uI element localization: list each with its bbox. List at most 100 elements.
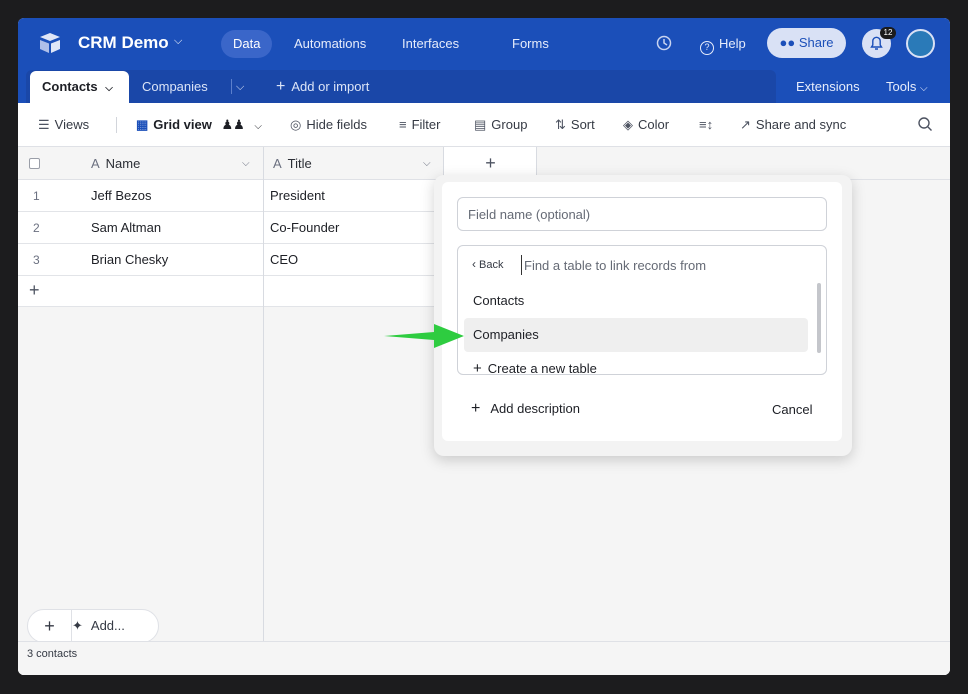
group-label: Group bbox=[491, 117, 528, 132]
name-cell[interactable]: Sam Altman bbox=[91, 212, 161, 244]
filter-button[interactable]: ≡ Filter bbox=[399, 103, 440, 147]
notification-badge: 12 bbox=[880, 27, 896, 39]
arrow-icon bbox=[384, 324, 464, 348]
base-logo-icon bbox=[40, 33, 60, 53]
cancel-button[interactable]: Cancel bbox=[772, 402, 812, 417]
share-button[interactable]: ●● Share bbox=[767, 28, 846, 58]
share-and-sync-label: Share and sync bbox=[755, 117, 847, 132]
row-height-icon: ≡↕ bbox=[699, 117, 714, 132]
plus-icon: + bbox=[471, 400, 481, 417]
create-table-label: Create a new table bbox=[487, 361, 597, 375]
search-icon[interactable] bbox=[917, 103, 933, 147]
tab-label: Contacts bbox=[42, 79, 98, 94]
row-number: 2 bbox=[33, 221, 40, 235]
hide-fields-button[interactable]: ◎ Hide fields bbox=[290, 103, 367, 147]
tab-contacts[interactable]: Contacts ⌵ bbox=[30, 71, 129, 103]
add-field-dialog: ‹Back Contacts Companies + Create a new t… bbox=[442, 182, 842, 441]
help-label: Help bbox=[719, 36, 746, 51]
back-button[interactable]: ‹ Back bbox=[472, 257, 503, 271]
history-icon[interactable] bbox=[654, 33, 674, 53]
select-all-checkbox[interactable] bbox=[29, 147, 40, 180]
nav-data[interactable]: Data bbox=[221, 30, 273, 58]
row-number: 3 bbox=[33, 253, 40, 267]
color-button[interactable]: ◈ Color bbox=[623, 103, 669, 147]
views-button[interactable]: ☰ Views bbox=[38, 103, 89, 147]
tools-button[interactable]: Tools ⌵ bbox=[886, 70, 928, 103]
name-cell[interactable]: Jeff Bezos bbox=[91, 180, 151, 212]
nav-automations[interactable]: Automations bbox=[282, 30, 378, 58]
add-or-import-button[interactable]: + Add or import bbox=[276, 71, 369, 103]
column-header-name[interactable]: A Name bbox=[91, 147, 140, 180]
grid-footer: 3 contacts bbox=[18, 641, 950, 675]
hide-fields-label: Hide fields bbox=[306, 117, 368, 132]
share-and-sync-button[interactable]: ↗ Share and sync bbox=[740, 103, 846, 147]
eye-off-icon: ◎ bbox=[290, 117, 302, 132]
record-count: 3 contacts bbox=[27, 648, 78, 660]
color-label: Color bbox=[638, 117, 670, 132]
chevron-down-icon[interactable]: ⌵ bbox=[174, 35, 182, 48]
users-icon: ●● bbox=[779, 35, 799, 50]
group-button[interactable]: ▤ Group bbox=[474, 103, 527, 147]
chevron-down-icon[interactable]: ⌵ bbox=[423, 147, 431, 180]
tools-label: Tools bbox=[886, 79, 917, 94]
chevron-down-icon[interactable]: ⌵ bbox=[236, 71, 244, 103]
nav-interfaces[interactable]: Interfaces bbox=[390, 30, 471, 58]
nav-forms[interactable]: Forms bbox=[500, 30, 561, 58]
top-bar: CRM Demo ⌵ Data Automations Interfaces F… bbox=[18, 18, 950, 70]
option-contacts[interactable]: Contacts bbox=[464, 284, 808, 318]
tab-divider bbox=[231, 79, 232, 94]
external-link-icon: ↗ bbox=[740, 117, 751, 132]
chevron-left-icon: ‹ bbox=[472, 257, 476, 271]
text-field-icon: A bbox=[91, 156, 100, 171]
paint-bucket-icon: ◈ bbox=[623, 117, 633, 132]
add-or-import-label: Add or import bbox=[291, 79, 370, 94]
extensions-button[interactable]: Extensions bbox=[796, 70, 860, 103]
plus-icon: + bbox=[473, 360, 482, 375]
create-table-option[interactable]: + Create a new table bbox=[473, 360, 597, 375]
column-title-label: Title bbox=[287, 156, 312, 171]
add-description-label: Add description bbox=[490, 401, 580, 416]
table-tabs-bar: Contacts ⌵ Companies ⌵ + Add or import Ex… bbox=[18, 70, 950, 103]
avatar[interactable] bbox=[906, 29, 935, 58]
chevron-down-icon: ⌵ bbox=[254, 121, 262, 132]
chevron-down-icon[interactable]: ⌵ bbox=[242, 147, 250, 180]
column-header-title[interactable]: A Title bbox=[273, 147, 312, 180]
share-label: Share bbox=[798, 35, 834, 50]
add-record-pill: + ✦ Add... bbox=[27, 609, 159, 643]
chevron-down-icon: ⌵ bbox=[919, 83, 928, 94]
tab-companies[interactable]: Companies bbox=[142, 71, 208, 103]
grid-view-button[interactable]: ▦ Grid view ♟♟ ⌵ bbox=[136, 103, 262, 147]
plus-icon: + bbox=[276, 78, 286, 95]
title-cell[interactable]: President bbox=[270, 180, 325, 212]
add-label: Add... bbox=[90, 618, 125, 633]
linked-table-picker: ‹Back Contacts Companies + Create a new t… bbox=[457, 245, 827, 375]
option-companies[interactable]: Companies bbox=[464, 318, 808, 352]
add-description-button[interactable]: + Add description bbox=[471, 400, 580, 418]
menu-icon: ☰ bbox=[38, 117, 50, 132]
text-field-icon: A bbox=[273, 156, 282, 171]
group-icon: ▤ bbox=[474, 117, 487, 132]
collaborators-icon: ♟♟ bbox=[221, 117, 245, 132]
row-number: 1 bbox=[33, 189, 40, 203]
add-record-button[interactable]: + bbox=[28, 610, 72, 642]
sort-label: Sort bbox=[570, 117, 595, 132]
add-with-ai-button[interactable]: ✦ Add... bbox=[72, 610, 125, 642]
table-search-input[interactable] bbox=[521, 255, 811, 275]
name-cell[interactable]: Brian Chesky bbox=[91, 244, 168, 276]
help-icon: ? bbox=[700, 41, 714, 55]
toolbar-divider bbox=[116, 117, 117, 133]
chevron-down-icon[interactable]: ⌵ bbox=[105, 83, 113, 94]
base-title[interactable]: CRM Demo bbox=[78, 33, 169, 53]
sort-icon: ⇅ bbox=[555, 117, 566, 132]
grid-icon: ▦ bbox=[136, 117, 149, 132]
help-button[interactable]: ? Help bbox=[700, 30, 746, 58]
column-divider bbox=[263, 147, 264, 675]
row-height-button[interactable]: ≡↕ bbox=[699, 103, 718, 147]
title-cell[interactable]: CEO bbox=[270, 244, 298, 276]
title-cell[interactable]: Co-Founder bbox=[270, 212, 339, 244]
filter-label: Filter bbox=[411, 117, 441, 132]
picker-scrollbar[interactable] bbox=[817, 283, 821, 353]
grid-view-label: Grid view bbox=[153, 117, 212, 132]
field-name-input[interactable] bbox=[457, 197, 827, 231]
sort-button[interactable]: ⇅ Sort bbox=[555, 103, 595, 147]
